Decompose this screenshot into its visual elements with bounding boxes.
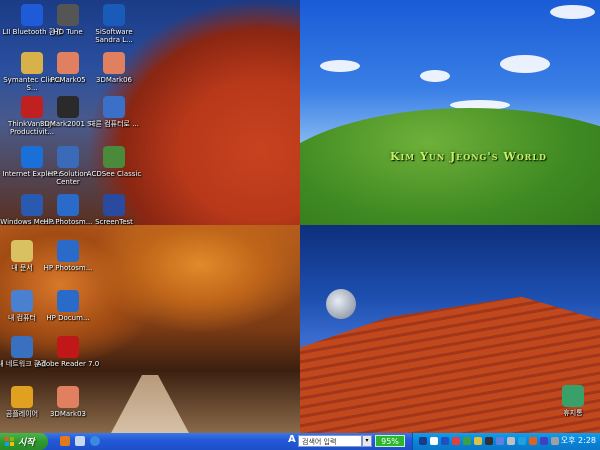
start-label: 시작	[18, 438, 35, 448]
tray-icon[interactable]	[430, 437, 438, 445]
tray-icon[interactable]	[463, 437, 471, 445]
volume-icon[interactable]	[551, 437, 559, 445]
screentest-icon	[103, 194, 125, 216]
quick-launch-media-icon[interactable]	[60, 436, 70, 446]
desktop-icon[interactable]: HP Photosm...	[36, 240, 100, 272]
hp-photosmart-icon	[57, 194, 79, 216]
wallpaper-quadrant-green-hill	[300, 0, 600, 225]
desktop-icon-label: ScreenTest	[95, 218, 133, 226]
cloud	[500, 55, 550, 73]
desktop-icon[interactable]: ACDSee Classic	[82, 146, 146, 178]
acdsee-icon	[103, 146, 125, 168]
taskbar-search-input[interactable]: 검색어 입력	[298, 435, 362, 447]
wallpaper-title: Kim Yun Jeong's World	[390, 150, 547, 163]
hd-tune-icon	[57, 4, 79, 26]
tray-icon[interactable]	[419, 437, 427, 445]
tray-icon[interactable]	[485, 437, 493, 445]
search-letter: A	[288, 434, 296, 445]
desktop-icon-label: 3DMark03	[49, 410, 86, 418]
desktop-icon-label: Adobe Reader 7.0	[36, 360, 100, 368]
start-button[interactable]: 시작	[0, 433, 48, 450]
quick-launch-ie-icon[interactable]	[90, 436, 100, 446]
3dmark2001-icon	[57, 96, 79, 118]
leaf-road	[110, 375, 190, 433]
quick-launch-desktop-icon[interactable]	[75, 436, 85, 446]
desktop-icon-label: SiSoftware Sandra L...	[95, 28, 133, 44]
cloud	[420, 70, 450, 82]
cloud	[550, 5, 595, 19]
pcmark-icon	[57, 52, 79, 74]
green-hill	[300, 108, 600, 225]
transfer-icon	[103, 96, 125, 118]
adobe-reader-icon	[57, 336, 79, 358]
desktop-icon-label: 휴지통	[563, 409, 583, 417]
desktop-icon-label: HP Photosm...	[43, 264, 93, 272]
tray-icon[interactable]	[452, 437, 460, 445]
tray-icon[interactable]	[529, 437, 537, 445]
desktop-icon[interactable]: 다른 컴퓨터로 ...	[82, 96, 146, 128]
system-tray: 오후 2:28	[412, 433, 600, 450]
desktop-icon[interactable]: 휴지통	[541, 385, 600, 417]
moon	[326, 289, 356, 319]
my-computer-icon	[11, 290, 33, 312]
desktop-icon-label: ACDSee Classic	[86, 170, 142, 178]
3dmark-icon	[103, 52, 125, 74]
search-dropdown-button[interactable]: ▾	[362, 435, 372, 447]
tray-icon[interactable]	[496, 437, 504, 445]
desktop-icon[interactable]: Adobe Reader 7.0	[36, 336, 100, 368]
hp-solution-icon	[57, 146, 79, 168]
windows-flag-icon	[5, 436, 15, 447]
clock[interactable]: 오후 2:28	[561, 435, 596, 446]
3dmark03-icon	[57, 386, 79, 408]
tray-icon[interactable]	[518, 437, 526, 445]
gom-player-icon	[11, 386, 33, 408]
tray-icon[interactable]	[507, 437, 515, 445]
desktop-icon[interactable]: HP Docum...	[36, 290, 100, 322]
tray-icon[interactable]	[540, 437, 548, 445]
sandra-icon	[103, 4, 125, 26]
recycle-bin-icon	[562, 385, 584, 407]
network-icon	[11, 336, 33, 358]
cloud	[320, 60, 360, 72]
my-documents-icon	[11, 240, 33, 262]
desktop-icon[interactable]: SiSoftware Sandra L...	[82, 4, 146, 44]
hp-document-icon	[57, 290, 79, 312]
tray-icon[interactable]	[441, 437, 449, 445]
desktop-icon-label: 다른 컴퓨터로 ...	[89, 120, 139, 128]
desktop-icon[interactable]: 3DMark03	[36, 386, 100, 418]
desktop-icon[interactable]: 3DMark06	[82, 52, 146, 84]
tray-icon[interactable]	[474, 437, 482, 445]
zoom-indicator[interactable]: 95%	[375, 435, 405, 447]
desktop-icon-label: 3DMark06	[95, 76, 132, 84]
desktop-icon[interactable]: ScreenTest	[82, 194, 146, 226]
taskbar: 시작 A 검색어 입력 ▾ 95% 오후 2:28	[0, 433, 600, 450]
desktop-icon-label: HP Docum...	[46, 314, 90, 322]
hp-photosmart-icon	[57, 240, 79, 262]
